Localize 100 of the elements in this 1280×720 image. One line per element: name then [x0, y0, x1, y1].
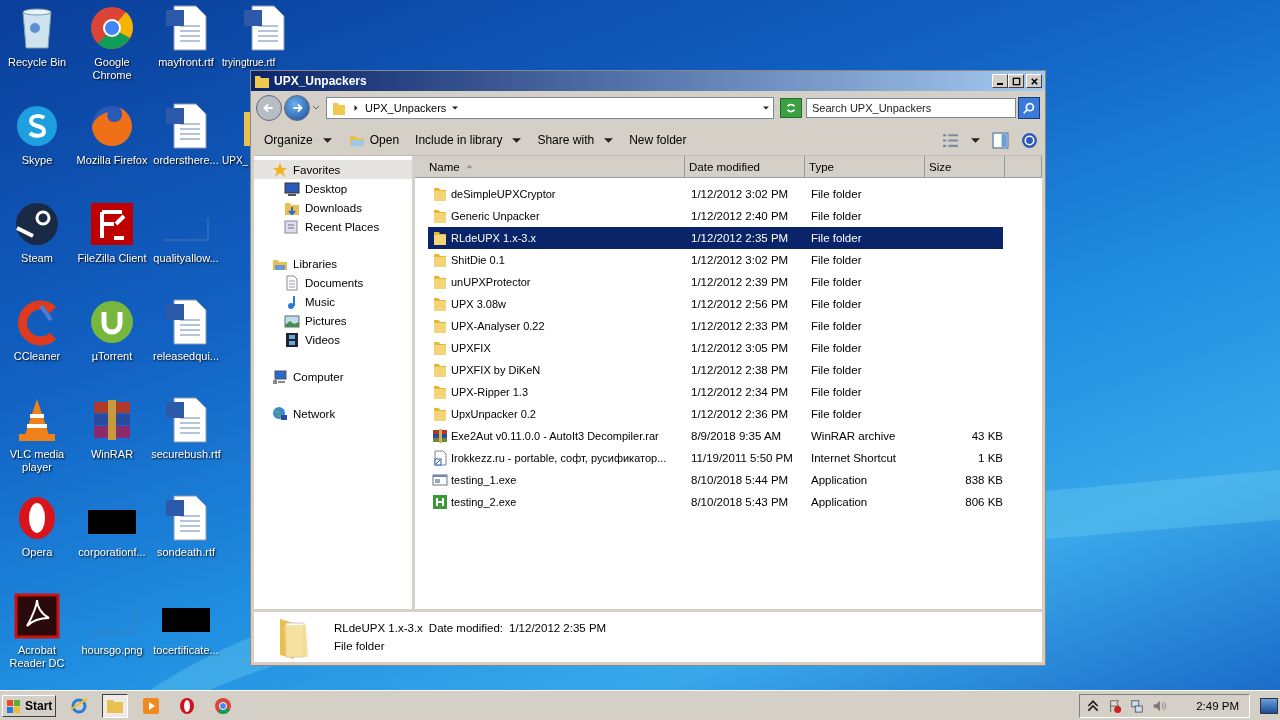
- type-cell-text: Internet Shortcut: [811, 452, 898, 464]
- speaker-icon[interactable]: [1152, 698, 1167, 713]
- icon-label[interactable]: CCleaner: [13, 350, 61, 363]
- nav-item[interactable]: Downloads: [254, 198, 412, 217]
- date-cell-text: 8/10/2018 5:43 PM: [691, 496, 790, 508]
- icon-label[interactable]: UPX_: [222, 154, 249, 167]
- nav-item[interactable]: Libraries: [254, 254, 412, 273]
- address-field[interactable]: UPX_Unpackers: [326, 97, 774, 119]
- file-row[interactable]: Exe2Aut v0.11.0.0 - AutoIt3 Decompiler.rar 8/9/2018 9:35 AM WinRAR archive 43 KB: [428, 425, 1003, 447]
- round-logo-icon[interactable]: [13, 200, 61, 248]
- icon-label[interactable]: mayfront.rtf: [158, 56, 214, 69]
- file-name: testing_1.exe: [451, 474, 517, 486]
- file-row[interactable]: deSimpleUPXCryptor 1/12/2012 3:02 PM File folder: [428, 183, 1003, 205]
- file-row[interactable]: UPX-Analyser 0.22 1/12/2012 2:33 PM File folder: [428, 315, 1003, 337]
- file-name: UPX 3.08w: [451, 298, 507, 310]
- column-header[interactable]: Name: [415, 156, 685, 178]
- nav-item[interactable]: Recent Places: [254, 217, 412, 236]
- file-row[interactable]: RLdeUPX 1.x-3.x 1/12/2012 2:35 PM File folder: [428, 227, 1003, 249]
- start-button[interactable]: Start: [2, 694, 57, 717]
- back-button[interactable]: [256, 95, 282, 121]
- pdf-logo-icon[interactable]: [13, 592, 61, 640]
- type-cell-text: Application: [811, 474, 869, 486]
- column-header[interactable]: Size: [925, 156, 1005, 178]
- nav-item[interactable]: Favorites: [254, 160, 412, 179]
- file-row[interactable]: UpxUnpacker 0.2 1/12/2012 2:36 PM File folder: [428, 403, 1003, 425]
- icon-label[interactable]: securebush.rtf: [151, 448, 221, 461]
- icon-label[interactable]: sondeath.rtf: [156, 546, 216, 559]
- column-header[interactable]: Type: [805, 156, 925, 178]
- nav-item[interactable]: Pictures: [254, 311, 412, 330]
- refresh-button[interactable]: [780, 98, 802, 118]
- toolbar-button[interactable]: Share with: [531, 131, 620, 149]
- icon-label[interactable]: Acrobat Reader DC: [1, 644, 73, 670]
- landscape-icon: [284, 312, 300, 329]
- icon-label[interactable]: FileZilla Client: [77, 252, 147, 265]
- flag-warning-icon[interactable]: [1108, 698, 1123, 713]
- icon-label[interactable]: Steam: [21, 252, 53, 265]
- icon-label[interactable]: releasedqui...: [152, 350, 219, 363]
- file-row[interactable]: testing_2.exe 8/10/2018 5:43 PM Application 806 KB: [428, 491, 1003, 513]
- icon-label[interactable]: ordersthere...: [153, 154, 219, 167]
- show-desktop-button[interactable]: [1260, 697, 1278, 714]
- file-row[interactable]: UPXFIX 1/12/2012 3:05 PM File folder: [428, 337, 1003, 359]
- folder-icon: [432, 296, 448, 312]
- breadcrumb[interactable]: UPX_Unpackers: [365, 102, 447, 114]
- nav-item[interactable]: Network: [254, 404, 412, 423]
- ring-logo-icon[interactable]: [88, 4, 136, 52]
- nav-item[interactable]: Music: [254, 292, 412, 311]
- icon-label[interactable]: qualityallow...: [153, 252, 219, 265]
- forward-button[interactable]: [284, 95, 310, 121]
- caret-icon[interactable]: [353, 105, 359, 111]
- network-icon[interactable]: [1130, 698, 1145, 713]
- minimize-button[interactable]: [992, 74, 1008, 88]
- close-button[interactable]: [1026, 74, 1042, 88]
- toolbar-button[interactable]: Organize: [258, 131, 338, 149]
- icon-label[interactable]: VLC media player: [1, 448, 73, 474]
- toolbar-button[interactable]: Include in library: [409, 131, 528, 149]
- chevron-up-icon[interactable]: [1086, 698, 1101, 713]
- icon-label[interactable]: Skype: [21, 154, 53, 167]
- date-cell-text: 11/19/2011 5:50 PM: [691, 452, 794, 464]
- icon-label[interactable]: WinRAR: [90, 448, 134, 461]
- nav-item[interactable]: Videos: [254, 330, 412, 349]
- file-name: RLdeUPX 1.x-3.x: [451, 232, 536, 244]
- nav-item[interactable]: Documents: [254, 273, 412, 292]
- icon-label[interactable]: corporationf...: [78, 546, 146, 559]
- file-row[interactable]: unUPXProtector 1/12/2012 2:39 PM File folder: [428, 271, 1003, 293]
- column-header[interactable]: Date modified: [685, 156, 805, 178]
- caret-icon[interactable]: [763, 105, 769, 111]
- nav-item[interactable]: Computer: [254, 367, 412, 386]
- file-row[interactable]: Irokkezz.ru - portable, софт, русификатор... 11/19/2011 5:50 PM Internet Shortcut 1 KB: [428, 447, 1003, 469]
- file-row[interactable]: UPX-Ripper 1.3 1/12/2012 2:34 PM File folder: [428, 381, 1003, 403]
- icon-label[interactable]: Google Chrome: [76, 56, 148, 82]
- date-cell-text: 8/10/2018 5:44 PM: [691, 474, 790, 486]
- toolbar-button[interactable]: New folder: [623, 131, 693, 149]
- file-row[interactable]: UPXFIX by DiKeN 1/12/2012 2:38 PM File folder: [428, 359, 1003, 381]
- icon-label[interactable]: Opera: [21, 546, 53, 559]
- nav-item[interactable]: Desktop: [254, 179, 412, 198]
- file-row[interactable]: Generic Unpacker 1/12/2012 2:40 PM File folder: [428, 205, 1003, 227]
- icon-label[interactable]: Mozilla Firefox: [76, 154, 148, 167]
- app-tile-icon[interactable]: [88, 200, 136, 248]
- file-row[interactable]: testing_1.exe 8/10/2018 5:44 PM Application 838 KB: [428, 469, 1003, 491]
- type-cell-text: File folder: [811, 210, 863, 222]
- preview-pane-icon[interactable]: [992, 131, 1009, 149]
- caret-icon[interactable]: [971, 135, 980, 145]
- file-row[interactable]: ShitDie 0.1 1/12/2012 3:02 PM File folder: [428, 249, 1003, 271]
- icon-label[interactable]: µTorrent: [91, 350, 133, 363]
- caret-icon[interactable]: [452, 105, 459, 111]
- taskbar-button[interactable]: [102, 693, 129, 718]
- size-cell-text: 838 KB: [964, 474, 1003, 486]
- clock[interactable]: 2:49 PM: [1196, 699, 1239, 712]
- search-button[interactable]: [1018, 97, 1040, 119]
- maximize-button[interactable]: [1008, 74, 1024, 88]
- file-name: Exe2Aut v0.11.0.0 - AutoIt3 Decompiler.rar: [451, 430, 659, 442]
- icon-label[interactable]: tryingtrue.rtf: [222, 56, 276, 69]
- toolbar-button[interactable]: Open: [341, 130, 406, 150]
- type-cell-text: File folder: [811, 276, 863, 288]
- shortcut-icon: [432, 450, 448, 466]
- search-field[interactable]: Search UPX_Unpackers: [806, 98, 1016, 118]
- help-icon[interactable]: [1021, 131, 1038, 149]
- icon-label[interactable]: Recycle Bin: [7, 56, 67, 69]
- file-row[interactable]: UPX 3.08w 1/12/2012 2:56 PM File folder: [428, 293, 1003, 315]
- u-logo-icon[interactable]: [88, 298, 136, 346]
